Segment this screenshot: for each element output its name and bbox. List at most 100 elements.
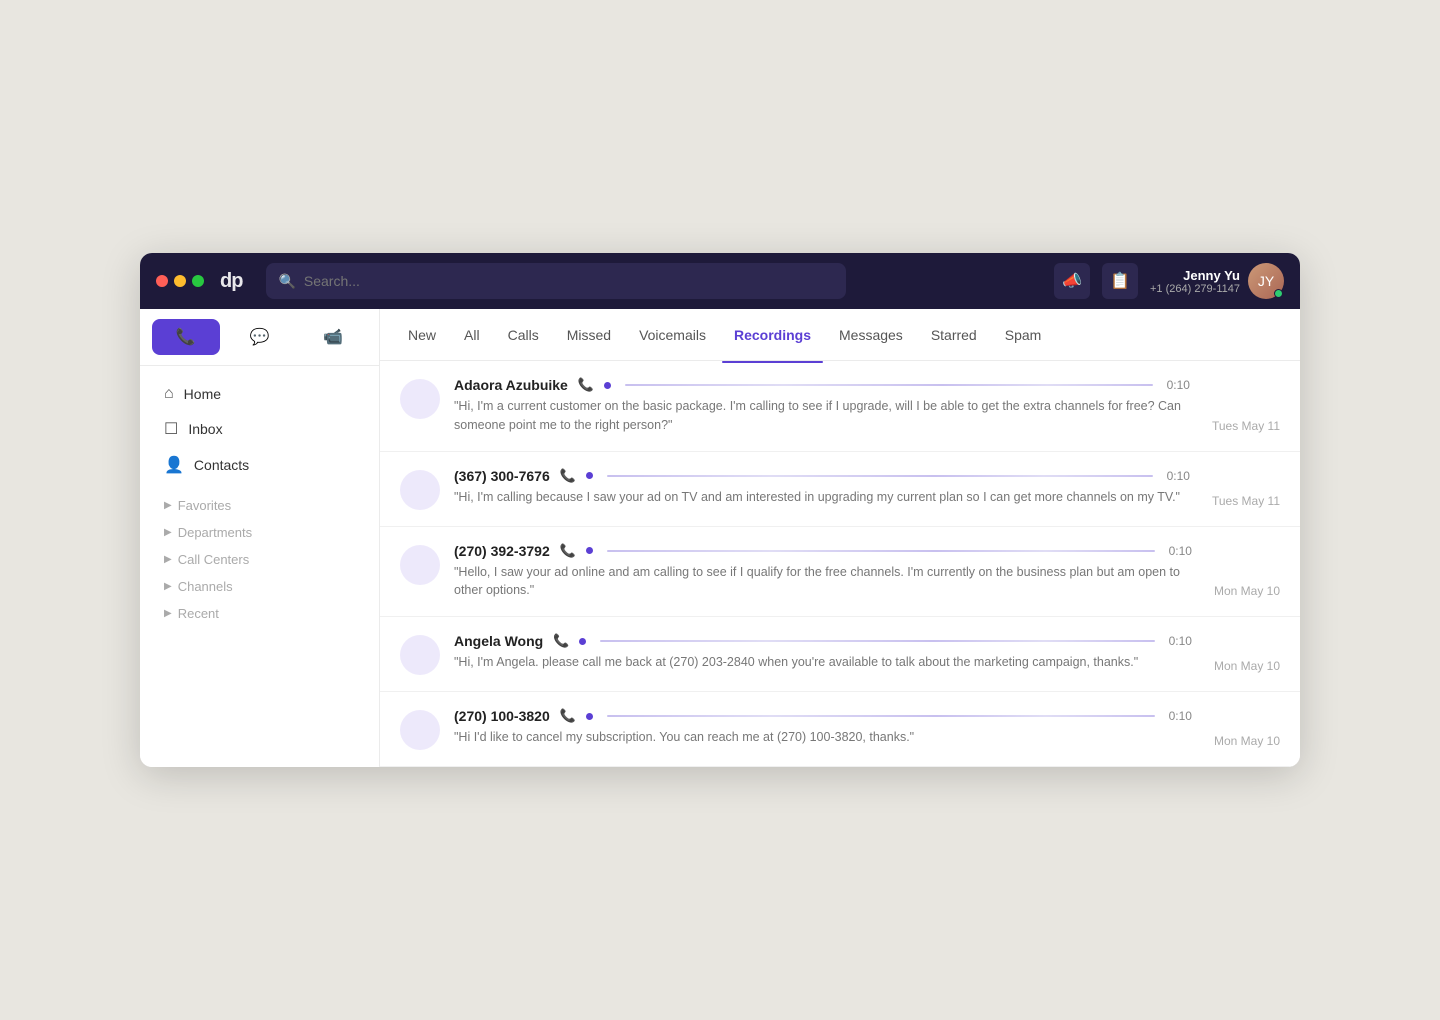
recording-header: (367) 300-7676 📞 0:10 [454,468,1190,484]
recording-header: Angela Wong 📞 0:10 [454,633,1192,649]
tab-all[interactable]: All [452,321,492,349]
recording-dot [586,713,593,720]
content-area: New All Calls Missed Voicemails Recordin… [380,309,1300,767]
video-icon: 📹 [323,327,343,347]
main-layout: 📞 💬 📹 ⌂ Home ☐ Inbox 👤 [140,309,1300,767]
recording-duration: 0:10 [1167,469,1190,483]
recording-waveform[interactable] [625,384,1153,386]
recording-avatar [400,470,440,510]
sidebar-tab-video[interactable]: 📹 [299,319,367,355]
recent-label: Recent [178,606,219,621]
avatar-wrap: JY [1248,263,1284,299]
user-name: Jenny Yu [1150,268,1240,283]
recording-avatar [400,545,440,585]
tab-recordings[interactable]: Recordings [722,321,823,349]
collapsible-favorites[interactable]: ▶ Favorites [156,492,363,519]
tab-missed[interactable]: Missed [555,321,623,349]
recording-item[interactable]: (367) 300-7676 📞 0:10 "Hi, I'm calling b… [380,452,1300,527]
recording-waveform[interactable] [607,715,1155,717]
recording-transcript: "Hi I'd like to cancel my subscription. … [454,728,1192,747]
recording-item[interactable]: (270) 100-3820 📞 0:10 "Hi I'd like to ca… [380,692,1300,767]
sidebar-item-inbox-label: Inbox [188,421,222,437]
collapsible-channels[interactable]: ▶ Channels [156,573,363,600]
collapsible-call-centers[interactable]: ▶ Call Centers [156,546,363,573]
close-button[interactable] [156,275,168,287]
notes-icon: 📋 [1110,271,1130,291]
announcement-icon: 📣 [1062,271,1082,291]
collapsible-section: ▶ Favorites ▶ Departments ▶ Call Centers… [156,492,363,627]
chevron-right-icon: ▶ [164,608,172,619]
recording-header: (270) 100-3820 📞 0:10 [454,708,1192,724]
recording-name: (270) 392-3792 [454,543,550,559]
recording-name: (270) 100-3820 [454,708,550,724]
recording-duration: 0:10 [1167,378,1190,392]
recording-header: Adaora Azubuike 📞 0:10 [454,377,1190,393]
sidebar: 📞 💬 📹 ⌂ Home ☐ Inbox 👤 [140,309,380,767]
app-logo: dp [220,270,242,293]
recording-transcript: "Hi, I'm a current customer on the basic… [454,397,1190,435]
user-info: Jenny Yu +1 (264) 279-1147 JY [1150,263,1284,299]
sidebar-tabs: 📞 💬 📹 [140,309,379,366]
sidebar-item-home[interactable]: ⌂ Home [156,378,363,410]
online-status-dot [1274,289,1283,298]
tab-voicemails[interactable]: Voicemails [627,321,718,349]
recording-date: Tues May 11 [1212,494,1280,510]
tab-new[interactable]: New [396,321,448,349]
recording-dot [586,547,593,554]
collapsible-recent[interactable]: ▶ Recent [156,600,363,627]
maximize-button[interactable] [192,275,204,287]
recording-body: (270) 392-3792 📞 0:10 "Hello, I saw your… [454,543,1192,601]
recording-waveform[interactable] [607,550,1155,552]
recording-waveform[interactable] [600,640,1154,642]
recording-transcript: "Hello, I saw your ad online and am call… [454,563,1192,601]
announcement-button[interactable]: 📣 [1054,263,1090,299]
tab-spam[interactable]: Spam [993,321,1054,349]
recording-item[interactable]: Angela Wong 📞 0:10 "Hi, I'm Angela. plea… [380,617,1300,692]
phone-icon: 📞 [560,468,576,484]
recording-body: (270) 100-3820 📞 0:10 "Hi I'd like to ca… [454,708,1192,747]
sidebar-item-inbox[interactable]: ☐ Inbox [156,412,363,446]
recording-date: Mon May 10 [1214,734,1280,750]
chevron-right-icon: ▶ [164,500,172,511]
search-input[interactable] [304,273,835,289]
search-bar[interactable]: 🔍 [266,263,846,299]
departments-label: Departments [178,525,252,540]
recording-item[interactable]: (270) 392-3792 📞 0:10 "Hello, I saw your… [380,527,1300,618]
favorites-label: Favorites [178,498,231,513]
sidebar-tab-chat[interactable]: 💬 [226,319,294,355]
recording-avatar [400,635,440,675]
recording-date: Tues May 11 [1212,419,1280,435]
tab-starred[interactable]: Starred [919,321,989,349]
phone-icon: 📞 [560,543,576,559]
user-phone: +1 (264) 279-1147 [1150,283,1240,295]
home-icon: ⌂ [164,385,174,403]
recording-duration: 0:10 [1169,634,1192,648]
contacts-icon: 👤 [164,455,184,475]
recording-list: Adaora Azubuike 📞 0:10 "Hi, I'm a curren… [380,361,1300,767]
phone-icon: 📞 [176,327,196,347]
minimize-button[interactable] [174,275,186,287]
chevron-right-icon: ▶ [164,581,172,592]
sidebar-item-contacts[interactable]: 👤 Contacts [156,448,363,482]
recording-body: Adaora Azubuike 📞 0:10 "Hi, I'm a curren… [454,377,1190,435]
sidebar-tab-phone[interactable]: 📞 [152,319,220,355]
recording-dot [579,638,586,645]
recording-name: Angela Wong [454,633,543,649]
content-tabs: New All Calls Missed Voicemails Recordin… [380,309,1300,361]
sidebar-nav: ⌂ Home ☐ Inbox 👤 Contacts ▶ Favorites [140,366,379,639]
search-icon: 🔍 [278,273,295,290]
channels-label: Channels [178,579,233,594]
recording-transcript: "Hi, I'm Angela. please call me back at … [454,653,1192,672]
tab-messages[interactable]: Messages [827,321,915,349]
notes-button[interactable]: 📋 [1102,263,1138,299]
collapsible-departments[interactable]: ▶ Departments [156,519,363,546]
recording-avatar [400,379,440,419]
chat-icon: 💬 [250,327,270,347]
recording-name: (367) 300-7676 [454,468,550,484]
tab-calls[interactable]: Calls [496,321,551,349]
recording-waveform[interactable] [607,475,1153,477]
recording-transcript: "Hi, I'm calling because I saw your ad o… [454,488,1190,507]
recording-item[interactable]: Adaora Azubuike 📞 0:10 "Hi, I'm a curren… [380,361,1300,452]
sidebar-item-home-label: Home [184,386,221,402]
recording-date: Mon May 10 [1214,659,1280,675]
